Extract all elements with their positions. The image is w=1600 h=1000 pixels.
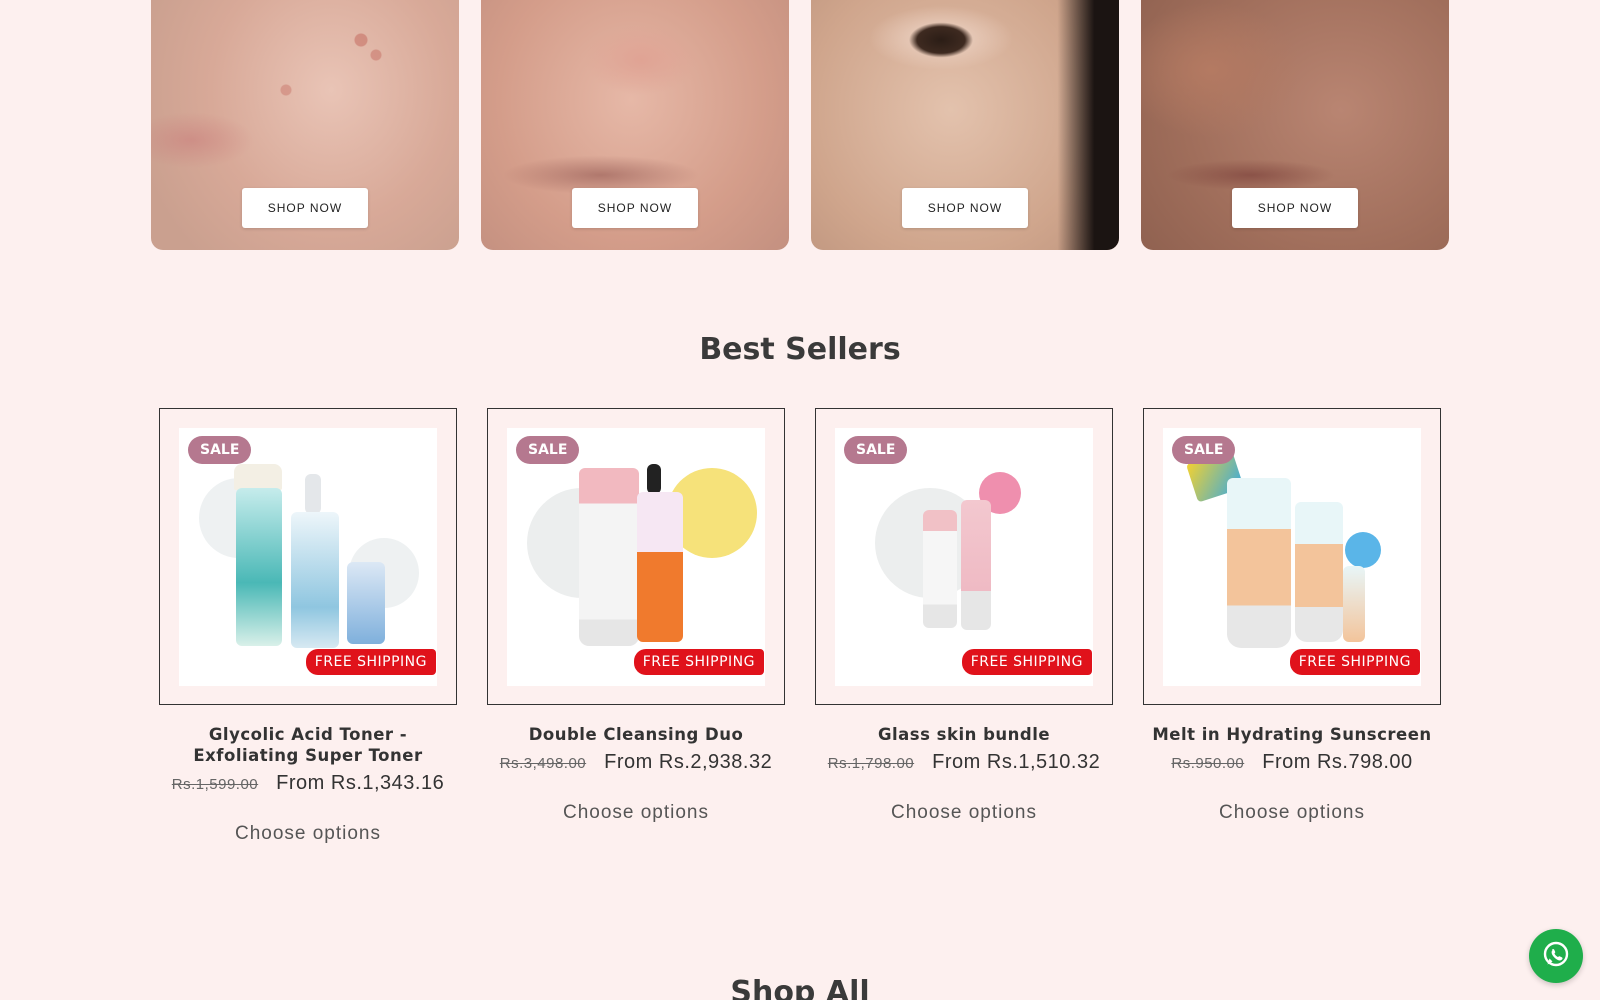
section-title-best-sellers: Best Sellers [699,332,901,367]
shop-now-button[interactable]: SHOP NOW [242,188,368,228]
sale-badge: SALE [516,436,580,464]
price-row: Rs.1,599.00 From Rs.1,343.16 [159,772,457,795]
original-price: Rs.1,798.00 [827,755,915,772]
product-grid: SALE FREE SHIPPING Glycolic Acid Toner -… [159,408,1441,845]
sale-badge: SALE [1172,436,1236,464]
choose-options-button[interactable]: Choose options [563,802,709,824]
choose-options-button[interactable]: Choose options [1219,802,1365,824]
product-image[interactable] [179,428,437,686]
choose-options-button[interactable]: Choose options [235,823,381,845]
free-shipping-badge: FREE SHIPPING [1289,649,1420,675]
sale-price: From Rs.798.00 [1262,751,1413,773]
shop-now-button[interactable]: SHOP NOW [572,188,698,228]
product-image-frame[interactable]: SALE FREE SHIPPING [487,408,785,705]
hero-tile-1[interactable]: SHOP NOW [151,0,459,250]
shop-now-button[interactable]: SHOP NOW [1232,188,1358,228]
price-row: Rs.1,798.00 From Rs.1,510.32 [815,751,1113,774]
free-shipping-badge: FREE SHIPPING [633,649,764,675]
product-card[interactable]: SALE FREE SHIPPING Glycolic Acid Toner -… [159,408,457,845]
price-row: Rs.950.00 From Rs.798.00 [1143,751,1441,774]
whatsapp-icon [1540,939,1572,974]
whatsapp-chat-button[interactable] [1529,929,1583,983]
product-image[interactable] [835,428,1093,686]
product-title[interactable]: Double Cleansing Duo [487,724,785,745]
product-image-frame[interactable]: SALE FREE SHIPPING [815,408,1113,705]
hero-tile-4[interactable]: SHOP NOW [1141,0,1449,250]
choose-options-button[interactable]: Choose options [891,802,1037,824]
product-title[interactable]: Glycolic Acid Toner - Exfoliating Super … [159,724,457,766]
price-row: Rs.3,498.00 From Rs.2,938.32 [487,751,785,774]
section-title-shop-all: Shop All [730,975,870,1000]
product-title[interactable]: Glass skin bundle [815,724,1113,745]
product-card[interactable]: SALE FREE SHIPPING Melt in Hydrating Sun… [1143,408,1441,845]
product-image-frame[interactable]: SALE FREE SHIPPING [159,408,457,705]
free-shipping-badge: FREE SHIPPING [961,649,1092,675]
shop-now-button[interactable]: SHOP NOW [902,188,1028,228]
sale-badge: SALE [188,436,252,464]
product-image-frame[interactable]: SALE FREE SHIPPING [1143,408,1441,705]
product-title[interactable]: Melt in Hydrating Sunscreen [1143,724,1441,745]
sale-price: From Rs.1,343.16 [276,772,445,794]
original-price: Rs.1,599.00 [171,776,259,793]
original-price: Rs.3,498.00 [499,755,587,772]
product-card[interactable]: SALE FREE SHIPPING Glass skin bundle Rs.… [815,408,1113,845]
hero-tiles-row: SHOP NOW SHOP NOW SHOP NOW SHOP NOW [151,0,1449,250]
hero-tile-2[interactable]: SHOP NOW [481,0,789,250]
product-card[interactable]: SALE FREE SHIPPING Double Cleansing Duo … [487,408,785,845]
sale-price: From Rs.1,510.32 [932,751,1101,773]
product-image[interactable] [1163,428,1421,686]
original-price: Rs.950.00 [1171,755,1245,772]
free-shipping-badge: FREE SHIPPING [305,649,436,675]
sale-price: From Rs.2,938.32 [604,751,773,773]
product-image[interactable] [507,428,765,686]
sale-badge: SALE [844,436,908,464]
hero-tile-3[interactable]: SHOP NOW [811,0,1119,250]
